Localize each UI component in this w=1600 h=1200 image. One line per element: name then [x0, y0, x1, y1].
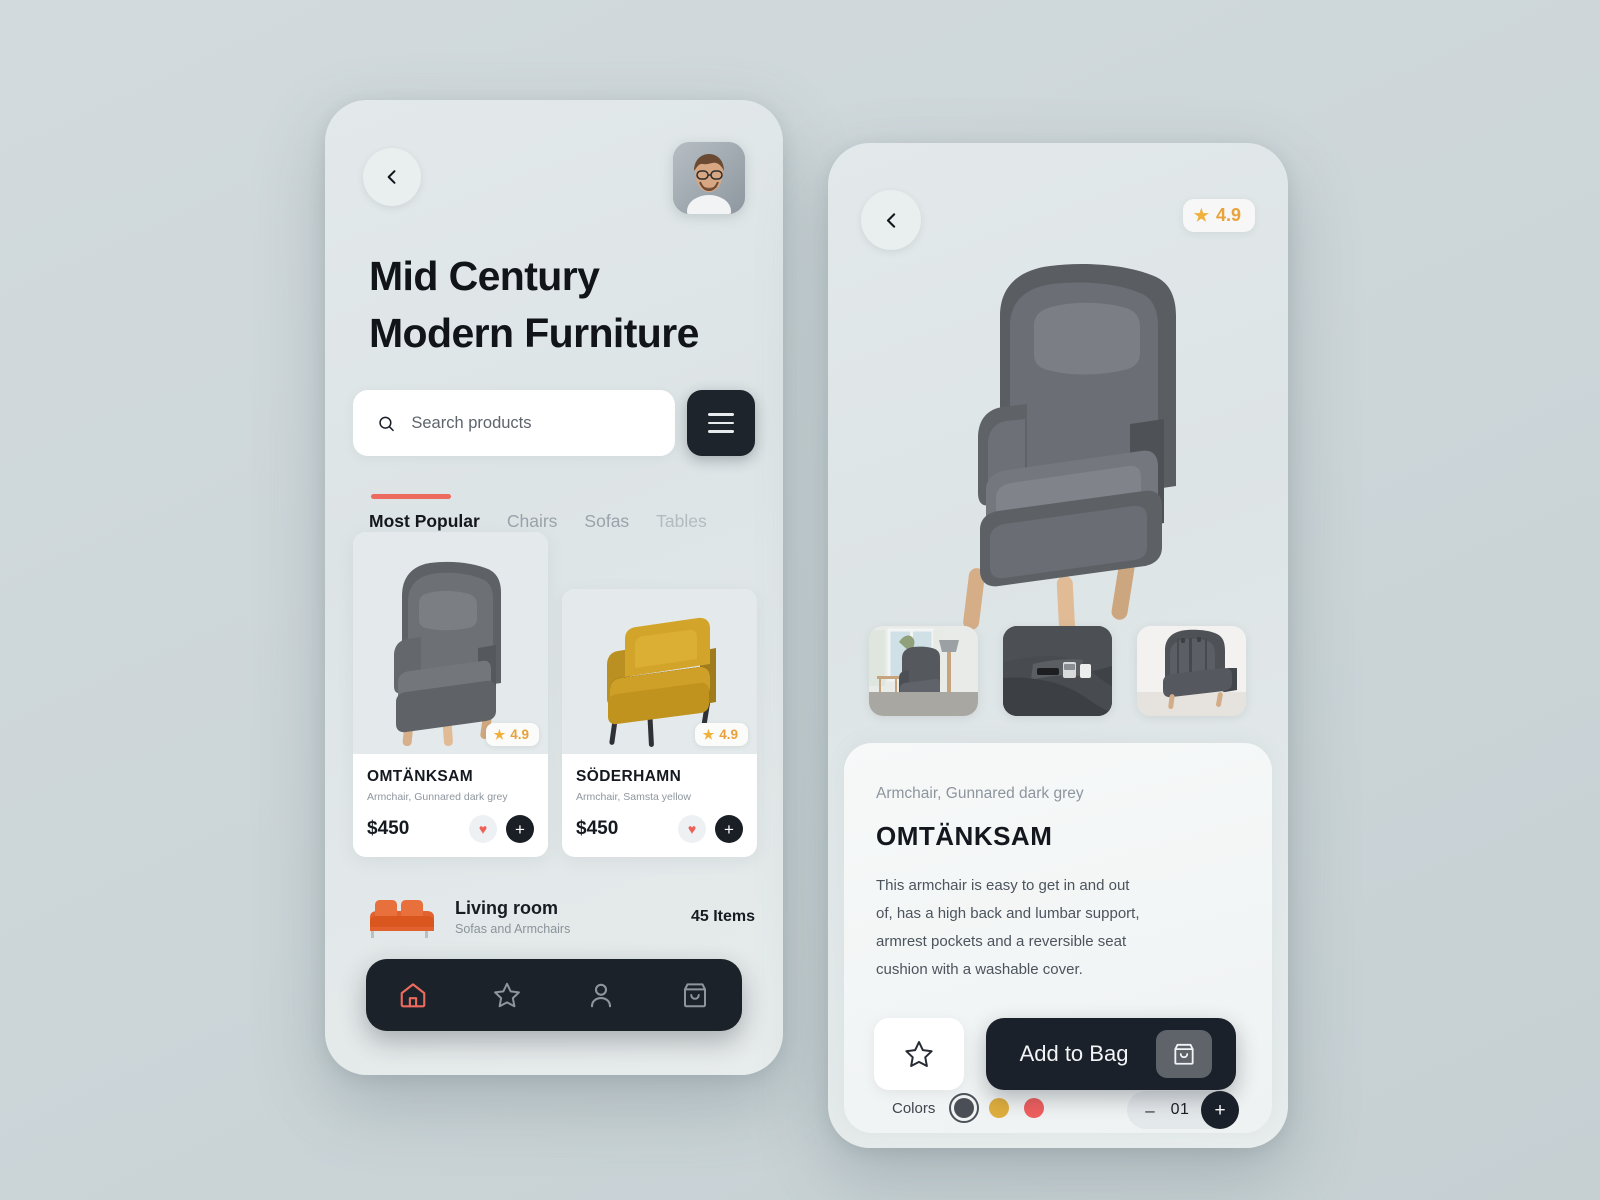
favorite-button[interactable]: ♥ [678, 815, 706, 843]
add-to-bag-button[interactable]: Add to Bag [986, 1018, 1236, 1090]
star-icon: ★ [1193, 206, 1209, 225]
color-swatch-coral-red[interactable] [1024, 1098, 1045, 1118]
product-hero-image[interactable] [828, 223, 1288, 673]
tab-chairs[interactable]: Chairs [507, 511, 558, 534]
product-footer: $450 ♥ + [576, 815, 743, 843]
product-image: ★ 4.9 [562, 589, 757, 754]
heart-icon: ♥ [478, 821, 488, 837]
tab-tables[interactable]: Tables [656, 511, 707, 534]
product-actions: ♥ + [469, 815, 534, 843]
rating-value: 4.9 [719, 727, 738, 742]
nav-item-profile[interactable] [577, 971, 625, 1019]
rating-badge: ★ 4.9 [485, 723, 539, 746]
product-name: OMTÄNKSAM [876, 821, 1053, 851]
product-grid: ★ 4.9 OMTÄNKSAM Armchair, Gunnared dark … [353, 532, 757, 857]
colors-label: Colors [892, 1099, 936, 1117]
tab-sofas[interactable]: Sofas [584, 511, 629, 534]
category-subtitle: Sofas and Armchairs [455, 922, 571, 936]
search-icon [379, 416, 394, 431]
search-row [353, 390, 755, 456]
hamburger-menu-icon-bar [708, 413, 734, 416]
avatar[interactable] [673, 142, 745, 214]
page-title-line-1: Mid Century [369, 253, 600, 299]
back-button[interactable] [363, 148, 421, 206]
search-box[interactable] [353, 390, 675, 456]
add-to-cart-button[interactable]: + [715, 815, 743, 843]
product-subtitle: Armchair, Gunnared dark grey [367, 791, 508, 803]
bag-icon [684, 983, 706, 1008]
product-image: ★ 4.9 [353, 532, 548, 754]
quantity-increase-button[interactable]: + [1201, 1091, 1239, 1129]
category-text: Living room Sofas and Armchairs [455, 898, 673, 936]
product-name: SÖDERHAMN [576, 768, 682, 785]
thumbnail-item[interactable] [869, 626, 978, 716]
product-subtitle: Armchair, Samsta yellow [576, 791, 691, 803]
armrest-pocket-detail-thumbnail [1003, 626, 1112, 716]
color-swatch-gold-yellow[interactable] [989, 1098, 1010, 1118]
bottom-navigation [366, 959, 742, 1031]
avatar-portrait-icon [673, 142, 745, 214]
home-header [363, 142, 745, 226]
thumbnail-item[interactable] [1137, 626, 1246, 716]
product-card[interactable]: ★ 4.9 SÖDERHAMN Armchair, Samsta yellow … [562, 589, 757, 857]
category-item-count: 45 Items [690, 908, 755, 925]
star-outline-icon [905, 1041, 933, 1067]
user-icon [590, 983, 612, 1008]
add-to-cart-button[interactable]: + [506, 815, 534, 843]
color-selector: Colors [892, 1093, 1045, 1123]
star-icon: ★ [702, 727, 715, 742]
phone-home-screen: Mid Century Modern Furniture Most Popula… [325, 100, 783, 1075]
heart-icon: ♥ [687, 821, 697, 837]
product-price: $450 [576, 818, 619, 839]
rating-badge: ★ 4.9 [694, 723, 748, 746]
phone-detail-screen: ★ 4.9 Armchair, Gunnared dark grey OMTÄN… [828, 143, 1288, 1148]
tab-most-popular[interactable]: Most Popular [369, 494, 480, 534]
product-info: SÖDERHAMN Armchair, Samsta yellow $450 ♥… [562, 754, 757, 857]
product-card[interactable]: ★ 4.9 OMTÄNKSAM Armchair, Gunnared dark … [353, 532, 548, 857]
armchair-back-view-thumbnail [1137, 626, 1246, 716]
quantity-value: 01 [1170, 1101, 1190, 1118]
star-icon [494, 982, 520, 1008]
sofa-thumbnail-icon [370, 900, 434, 938]
category-tabs: Most Popular Chairs Sofas Tables [369, 490, 783, 534]
thumbnail-strip [869, 626, 1247, 716]
thumbnail-item[interactable] [1003, 626, 1112, 716]
armchair-in-room-thumbnail [869, 626, 978, 716]
detail-actions: Add to Bag [874, 1018, 1236, 1090]
nav-item-home[interactable] [389, 971, 437, 1019]
quantity-decrease-button[interactable]: – [1141, 1102, 1159, 1119]
chevron-left-icon [387, 170, 396, 184]
product-subtitle: Armchair, Gunnared dark grey [876, 785, 1084, 802]
plus-icon: + [515, 819, 525, 839]
armchair-hero-image [963, 264, 1176, 638]
shopping-bag-icon [1174, 1043, 1195, 1065]
hamburger-menu-icon-bar [708, 421, 734, 425]
product-footer: $450 ♥ + [367, 815, 534, 843]
menu-button[interactable] [687, 390, 755, 456]
rating-value: 4.9 [510, 727, 529, 742]
hamburger-menu-icon-bar [708, 430, 734, 433]
product-price: $450 [367, 818, 410, 839]
color-swatch-dark-grey[interactable] [949, 1093, 980, 1123]
category-title: Living room [455, 898, 558, 918]
page-title-line-2: Modern Furniture [369, 310, 699, 356]
home-icon [400, 983, 426, 1008]
star-icon: ★ [493, 727, 506, 742]
product-actions: ♥ + [678, 815, 743, 843]
quantity-stepper: – 01 + [1127, 1091, 1239, 1129]
category-row-living-room[interactable]: Living room Sofas and Armchairs 45 Items [365, 886, 755, 948]
bag-icon-container [1156, 1030, 1213, 1078]
product-description: This armchair is easy to get in and out … [876, 877, 1140, 978]
page-title: Mid Century Modern Furniture [369, 248, 749, 362]
nav-item-bag[interactable] [671, 971, 719, 1019]
product-name: OMTÄNKSAM [367, 768, 474, 785]
favorite-button[interactable]: ♥ [469, 815, 497, 843]
search-input[interactable] [411, 413, 651, 433]
add-to-bag-label: Add to Bag [1019, 1041, 1129, 1066]
plus-icon: + [724, 819, 734, 839]
nav-item-favorites[interactable] [483, 971, 531, 1019]
product-info: OMTÄNKSAM Armchair, Gunnared dark grey $… [353, 754, 548, 857]
add-to-favorites-button[interactable] [874, 1018, 964, 1090]
